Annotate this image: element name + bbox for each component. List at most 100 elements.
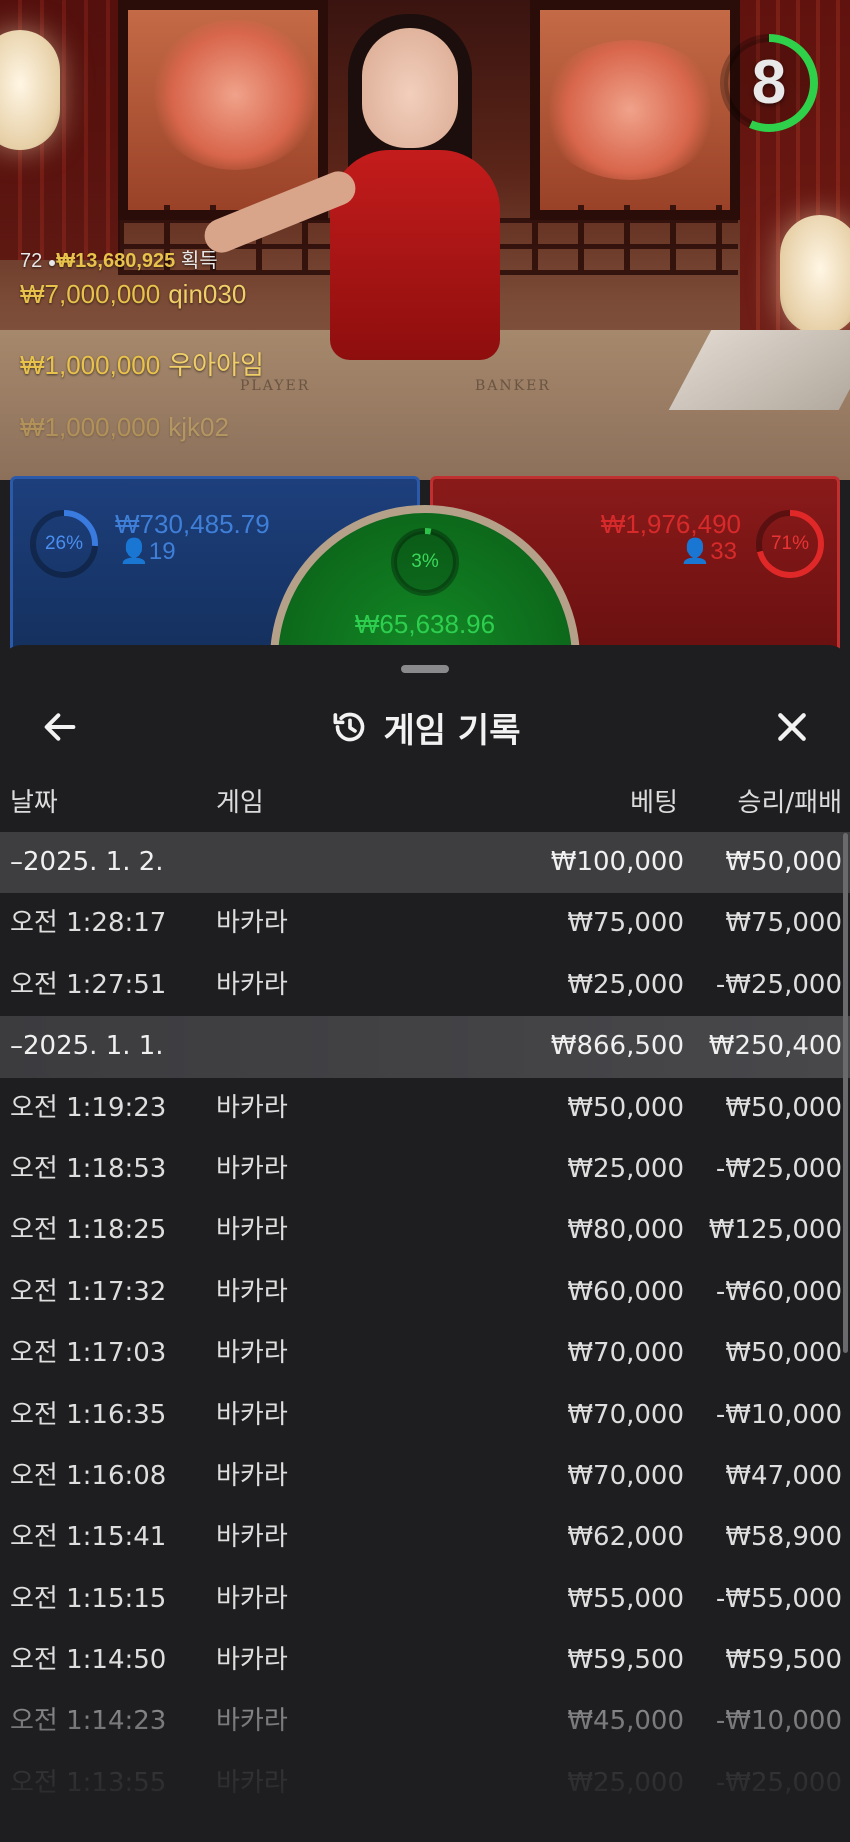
player-bettor-count: 👤19 <box>119 537 176 566</box>
history-row[interactable]: 오전 1:17:32 바카라 ₩60,000 -₩60,000 <box>0 1262 850 1323</box>
table-label-banker: BANKER <box>475 378 551 394</box>
winners-summary: 72 ●₩13,680,925 획득 <box>20 244 264 273</box>
history-date-cell: 오전 1:16:35 <box>10 1399 167 1430</box>
winner-amount: ₩7,000,000 <box>20 279 161 309</box>
history-date-cell: 오전 1:17:32 <box>10 1276 167 1307</box>
history-row[interactable]: 오전 1:28:17 바카라 ₩75,000 ₩75,000 <box>0 893 850 954</box>
history-date-cell: 오전 1:15:41 <box>10 1522 167 1553</box>
history-bet-cell: ₩80,000 <box>567 1215 684 1246</box>
history-bet-cell: ₩25,000 <box>567 1767 684 1798</box>
history-row[interactable]: 오전 1:13:55 바카라 ₩25,000 -₩25,000 <box>0 1753 850 1814</box>
history-result-cell: ₩75,000 <box>725 908 842 939</box>
column-header-result[interactable]: 승리/패배 <box>738 783 842 823</box>
history-date-cell: –2025. 1. 1. <box>10 1031 164 1062</box>
sheet-title: 게임 기록 <box>0 685 850 769</box>
winners-suffix: 획득 <box>180 250 218 272</box>
winner-row: ₩1,000,000 kjk02 <box>20 412 264 473</box>
history-date-cell: 오전 1:19:23 <box>10 1092 167 1123</box>
history-date-cell: 오전 1:27:51 <box>10 969 167 1000</box>
blossom-decoration <box>540 40 720 180</box>
history-game-cell: 바카라 <box>216 969 288 1000</box>
player-percent: 26% <box>44 533 84 554</box>
history-date-cell: 오전 1:15:15 <box>10 1583 167 1614</box>
history-bet-cell: ₩75,000 <box>567 908 684 939</box>
person-icon: ● <box>47 254 57 270</box>
history-date-group-row[interactable]: –2025. 1. 2. ₩100,000 ₩50,000 <box>0 832 850 894</box>
back-button[interactable] <box>30 697 90 757</box>
history-game-cell: 바카라 <box>216 1522 288 1553</box>
winner-row: ₩7,000,000 qin030 <box>20 279 264 340</box>
history-result-cell: ₩47,000 <box>725 1460 842 1491</box>
winner-amount: ₩1,000,000 <box>20 411 161 442</box>
history-result-cell: -₩10,000 <box>715 1399 842 1430</box>
history-date-cell: 오전 1:28:17 <box>10 908 167 939</box>
column-header-bet[interactable]: 베팅 <box>630 783 678 823</box>
timer-value: 8 <box>751 48 787 117</box>
history-game-cell: 바카라 <box>216 1399 288 1430</box>
history-result-cell: ₩50,000 <box>725 1092 842 1123</box>
history-date-cell: 오전 1:18:53 <box>10 1153 167 1184</box>
history-bet-cell: ₩25,000 <box>567 1153 684 1184</box>
sheet-header: 게임 기록 <box>0 685 850 775</box>
history-result-cell: -₩10,000 <box>715 1706 842 1737</box>
history-row[interactable]: 오전 1:17:03 바카라 ₩70,000 ₩50,000 <box>0 1323 850 1384</box>
banker-count-value: 33 <box>710 538 737 565</box>
lantern-decoration <box>780 215 850 335</box>
history-row[interactable]: 오전 1:14:23 바카라 ₩45,000 -₩10,000 <box>0 1691 850 1752</box>
close-icon <box>778 713 806 741</box>
history-result-cell: ₩58,900 <box>725 1522 842 1553</box>
person-icon: 👤 <box>119 538 149 565</box>
history-date-cell: 오전 1:13:55 <box>10 1767 167 1798</box>
history-row[interactable]: 오전 1:18:25 바카라 ₩80,000 ₩125,000 <box>0 1200 850 1261</box>
history-result-cell: -₩25,000 <box>715 1153 842 1184</box>
history-bet-cell: ₩50,000 <box>567 1092 684 1123</box>
history-bet-cell: ₩55,000 <box>567 1583 684 1614</box>
sheet-title-text: 게임 기록 <box>383 710 521 751</box>
history-result-cell: ₩250,400 <box>708 1031 842 1062</box>
sheet-drag-handle[interactable] <box>401 665 449 673</box>
scrollbar[interactable] <box>843 833 848 1353</box>
player-total-amount: ₩730,485.79 <box>115 509 270 539</box>
history-bet-cell: ₩60,000 <box>567 1276 684 1307</box>
history-game-cell: 바카라 <box>216 1276 288 1307</box>
history-row[interactable]: 오전 1:27:51 바카라 ₩25,000 -₩25,000 <box>0 955 850 1016</box>
winner-amount: ₩1,000,000 <box>20 350 161 381</box>
history-bet-cell: ₩45,000 <box>567 1706 684 1737</box>
winners-count: 72 <box>20 250 43 272</box>
history-clock-icon <box>333 712 364 742</box>
history-row[interactable]: 오전 1:16:35 바카라 ₩70,000 -₩10,000 <box>0 1385 850 1446</box>
history-game-cell: 바카라 <box>216 1460 288 1491</box>
history-row[interactable]: 오전 1:16:08 바카라 ₩70,000 ₩47,000 <box>0 1446 850 1507</box>
arrow-left-icon <box>44 713 76 741</box>
dealer-head <box>362 28 458 148</box>
player-count-value: 19 <box>148 538 176 565</box>
history-row[interactable]: 오전 1:15:41 바카라 ₩62,000 ₩58,900 <box>0 1507 850 1568</box>
history-row[interactable]: 오전 1:19:23 바카라 ₩50,000 ₩50,000 <box>0 1078 850 1139</box>
history-result-cell: -₩25,000 <box>715 969 842 1000</box>
history-row[interactable]: 오전 1:18:53 바카라 ₩25,000 -₩25,000 <box>0 1139 850 1200</box>
history-row[interactable]: 오전 1:14:50 바카라 ₩59,500 ₩59,500 <box>0 1630 850 1691</box>
column-header-date[interactable]: 날짜 <box>10 783 58 823</box>
banker-percent: 71% <box>770 533 810 554</box>
winners-feed: 72 ●₩13,680,925 획득 ₩7,000,000 qin030 ₩1,0… <box>20 244 264 478</box>
history-date-cell: 오전 1:17:03 <box>10 1338 167 1369</box>
countdown-timer: 8 <box>718 32 820 134</box>
history-result-cell: ₩50,000 <box>725 1338 842 1369</box>
winner-name: 우아아임 <box>168 350 264 381</box>
tie-total-amount: ₩65,638.96 <box>354 609 496 639</box>
person-icon: 👤 <box>680 538 711 565</box>
history-list[interactable]: –2025. 1. 2. ₩100,000 ₩50,000 오전 1:28:17 바카라… <box>0 832 850 1814</box>
history-date-group-row[interactable]: –2025. 1. 1. ₩866,500 ₩250,400 <box>0 1016 850 1078</box>
history-game-cell: 바카라 <box>216 1706 288 1737</box>
live-video-feed: PLAYER BANKER 8 72 ●₩13,680,925 획득 ₩7,00… <box>0 0 850 480</box>
history-row[interactable]: 오전 1:15:15 바카라 ₩55,000 -₩55,000 <box>0 1569 850 1630</box>
close-button[interactable] <box>762 697 822 757</box>
column-header-game[interactable]: 게임 <box>216 783 264 823</box>
history-date-cell: 오전 1:18:25 <box>10 1215 167 1246</box>
history-game-cell: 바카라 <box>216 1767 288 1798</box>
history-result-cell: -₩55,000 <box>715 1583 842 1614</box>
history-bet-cell: ₩70,000 <box>567 1460 684 1491</box>
history-game-cell: 바카라 <box>216 908 288 939</box>
history-date-cell: 오전 1:14:23 <box>10 1706 167 1737</box>
history-date-cell: 오전 1:16:08 <box>10 1460 167 1491</box>
